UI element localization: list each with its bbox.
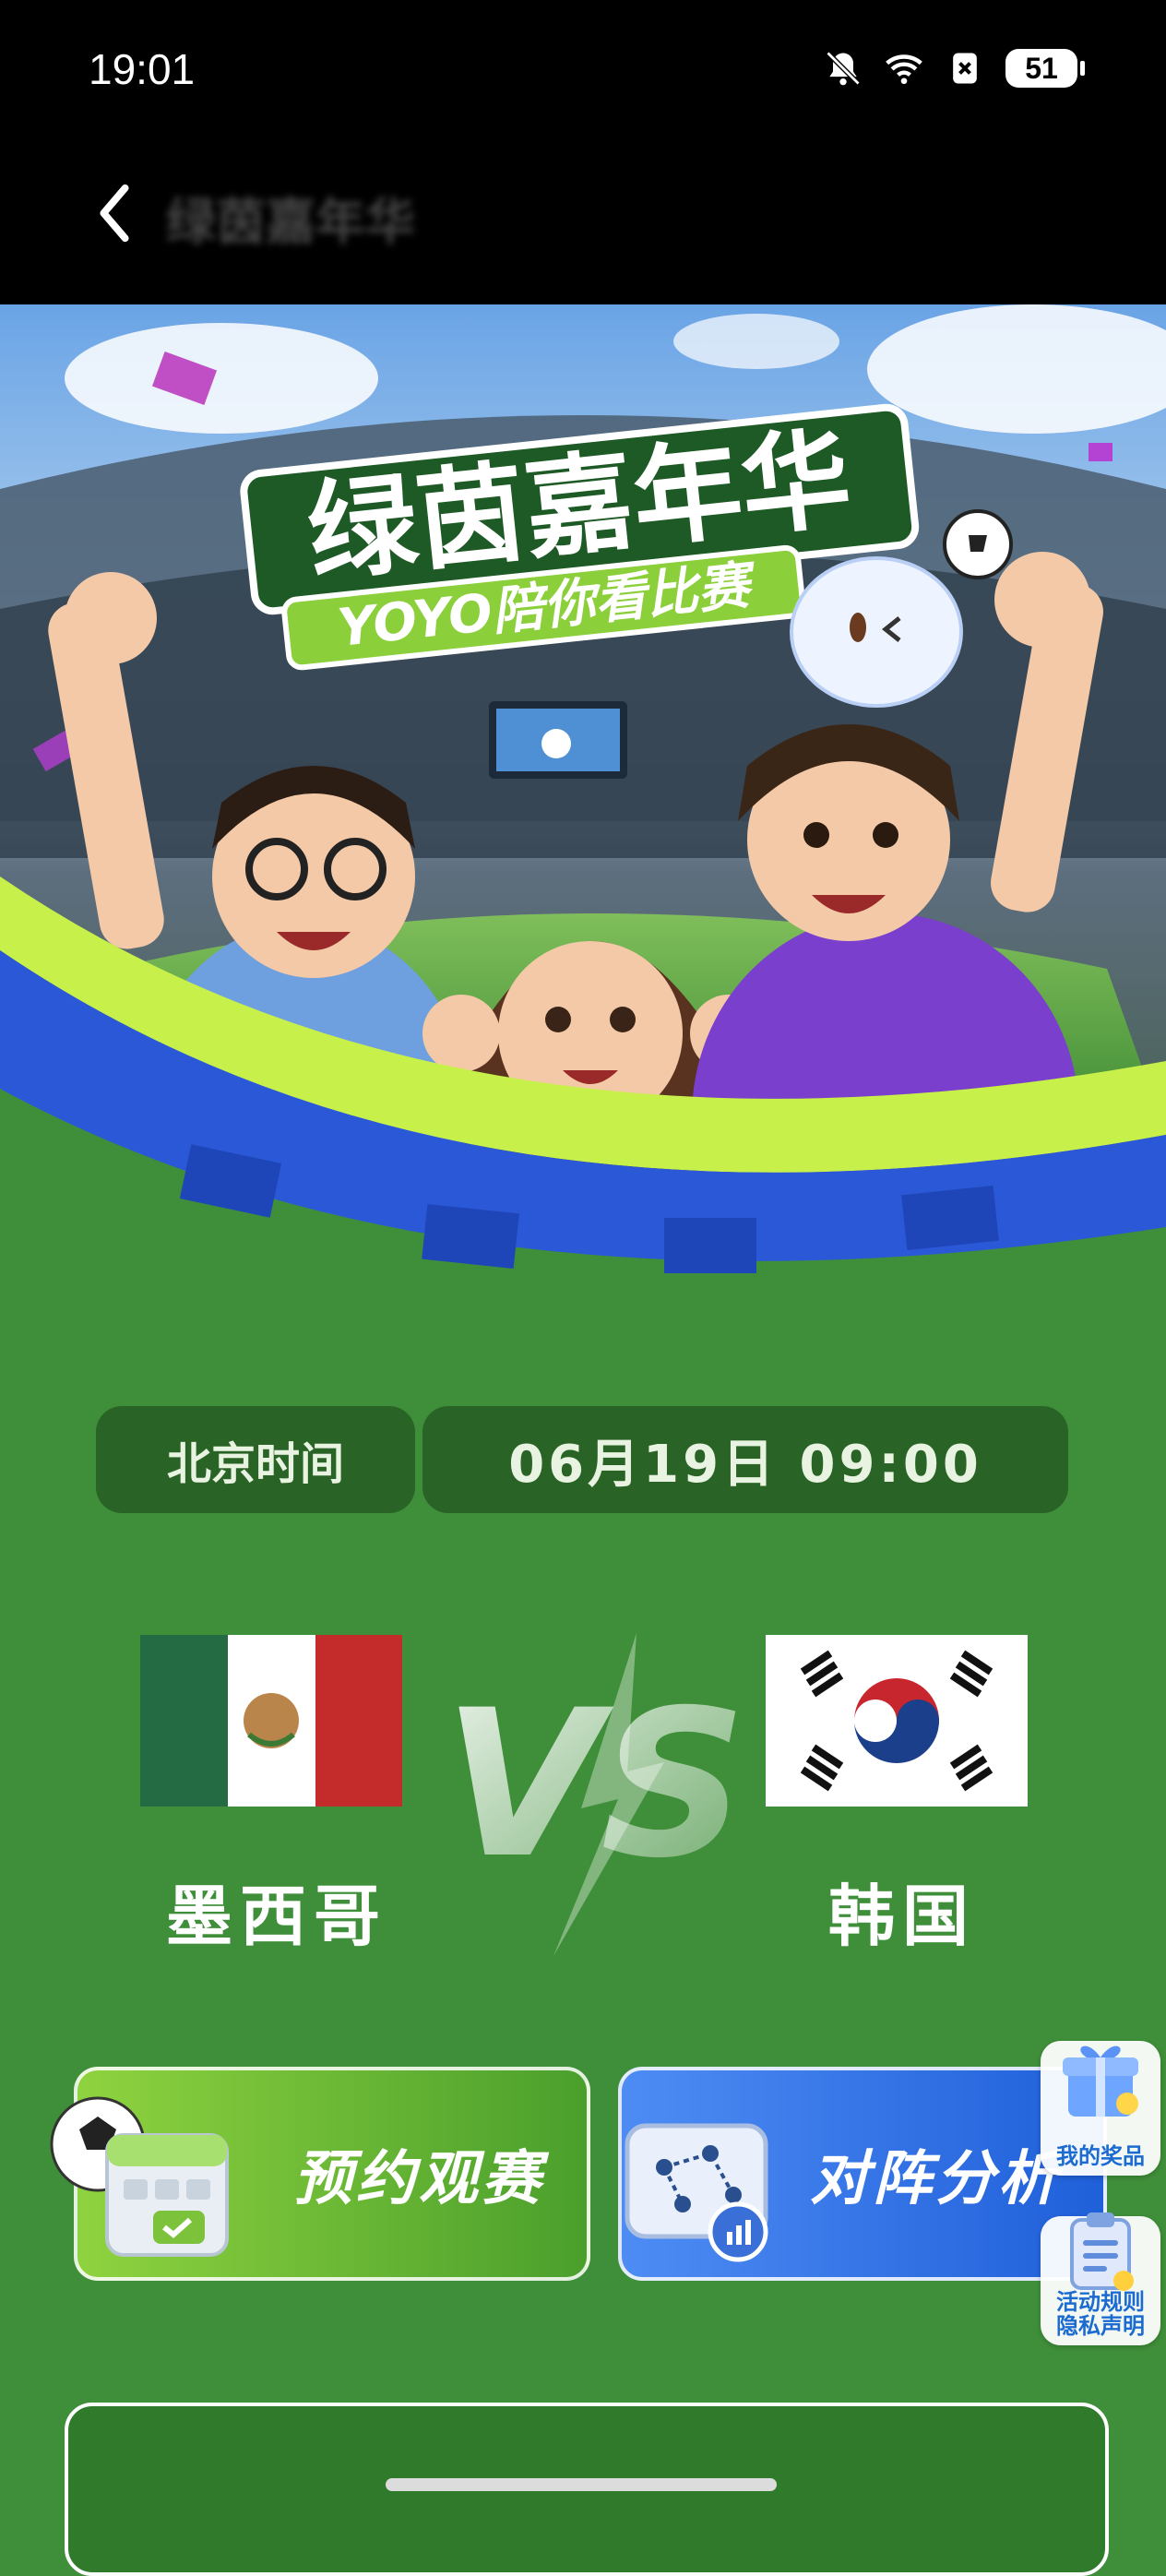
status-bar: 19:01 51 绿茵嘉年华: [0, 0, 1166, 304]
hero-banner: 绿茵嘉年华 YOYO陪你看比赛: [0, 304, 1166, 1338]
team-home-name: 墨西哥: [166, 1878, 388, 1955]
reserve-watch-label: 预约观赛: [293, 2145, 544, 2213]
time-zone-label: 北京时间: [96, 1406, 415, 1513]
rules-privacy-button[interactable]: 活动规则 隐私声明: [1041, 2212, 1160, 2345]
hero-illustration: 绿茵嘉年华 YOYO陪你看比赛: [0, 304, 1166, 1338]
status-time: 19:01: [89, 45, 196, 93]
korea-flag-icon: [766, 1635, 1028, 1807]
rules-label: 活动规则: [1056, 2289, 1145, 2315]
clipboard-icon: [1070, 2212, 1134, 2291]
home-indicator[interactable]: [386, 2478, 777, 2491]
my-prizes-button[interactable]: 我的奖品: [1041, 2041, 1160, 2176]
match-time: 06月19日 09:00: [422, 1406, 1068, 1513]
sim-disabled-icon: [953, 53, 977, 84]
wifi-icon: [886, 54, 922, 85]
mexico-flag-icon: [140, 1635, 402, 1807]
mute-bell-icon: [826, 51, 861, 86]
battery-indicator: 51: [1005, 49, 1085, 88]
rules-privacy-label: 活动规则 隐私声明: [1041, 2290, 1160, 2338]
page-title: 绿茵嘉年华: [166, 193, 415, 251]
vs-mark: VS: [444, 1633, 746, 1956]
match-analysis-label: 对阵分析: [810, 2145, 1061, 2213]
reserve-watch-button[interactable]: 预约观赛: [50, 2067, 590, 2281]
match-analysis-button[interactable]: 对阵分析: [618, 2067, 1107, 2281]
my-prizes-label: 我的奖品: [1056, 2143, 1145, 2169]
privacy-label: 隐私声明: [1056, 2313, 1145, 2339]
status-icons: 51: [823, 48, 1085, 89]
back-chevron-icon[interactable]: [92, 181, 137, 245]
tactics-board-icon: [625, 2123, 768, 2262]
team-away-name: 韩国: [828, 1878, 977, 1955]
calendar-ball-icon: [50, 2096, 229, 2257]
gift-box-icon: [1063, 2045, 1138, 2117]
